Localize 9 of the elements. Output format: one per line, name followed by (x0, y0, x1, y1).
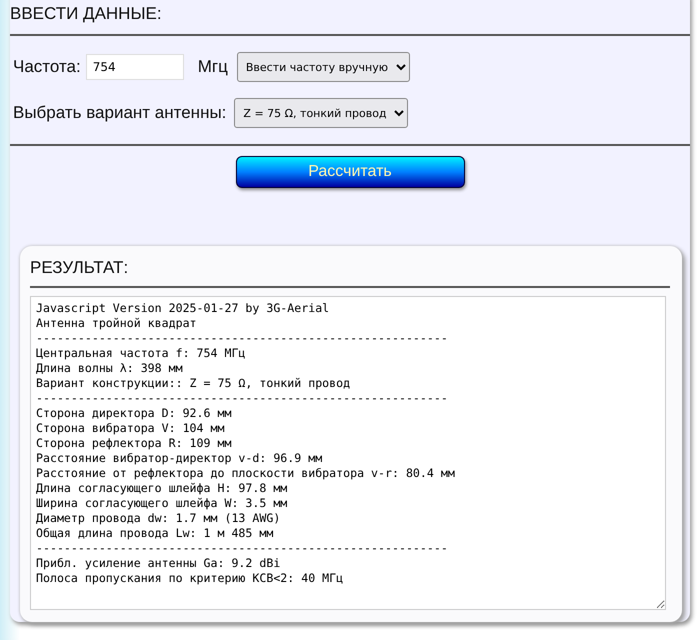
antenna-label: Выбрать вариант антенны: (13, 103, 226, 123)
section-title: ВВЕСТИ ДАННЫЕ: (10, 4, 163, 24)
frequency-mode-dropdown[interactable]: Ввести частоту вручную (236, 52, 410, 82)
unit-label: Мгц (198, 57, 228, 77)
antenna-variant-dropdown[interactable]: Z = 75 Ω, тонкий провод (234, 98, 408, 128)
output-field[interactable]: Javascript Version 2025-01-27 by 3G-Aerial Антенна тройной квадрат ----------------------------------------------------------- Центральная частота f: 754 МГц Длина волны λ: 398 мм Вариант конструкции:: Z = 75 Ω, тонкий провод ----------------------------------------------------------- Сторона директора D: 92.6 мм Сторона вибратора V: 104 мм Сторона рефлектора R: 109 мм Расстояние вибратор-директор v-d: 96.9 мм Расстояние от рефлектора до плоскости вибратора v-r: 80.4 мм Длина согласующего шлейфа H: 97.8 мм Ширина согласующего шлейфа W: 3.5 мм Диаметр провода dw: 1.7 мм (13 AWG) Общая длина провода Lw: 1 м 485 мм ----------------------------------------------------------- Прибл. усиление антенны Ga: 9.2 dBi Полоса пропускания по критерию КСВ<2: 40 МГц (30, 296, 666, 610)
frequency-label: Частота: (13, 57, 81, 77)
section-title: РЕЗУЛЬТАТ: (30, 258, 130, 278)
frequency-field[interactable]: 754 (86, 54, 184, 80)
